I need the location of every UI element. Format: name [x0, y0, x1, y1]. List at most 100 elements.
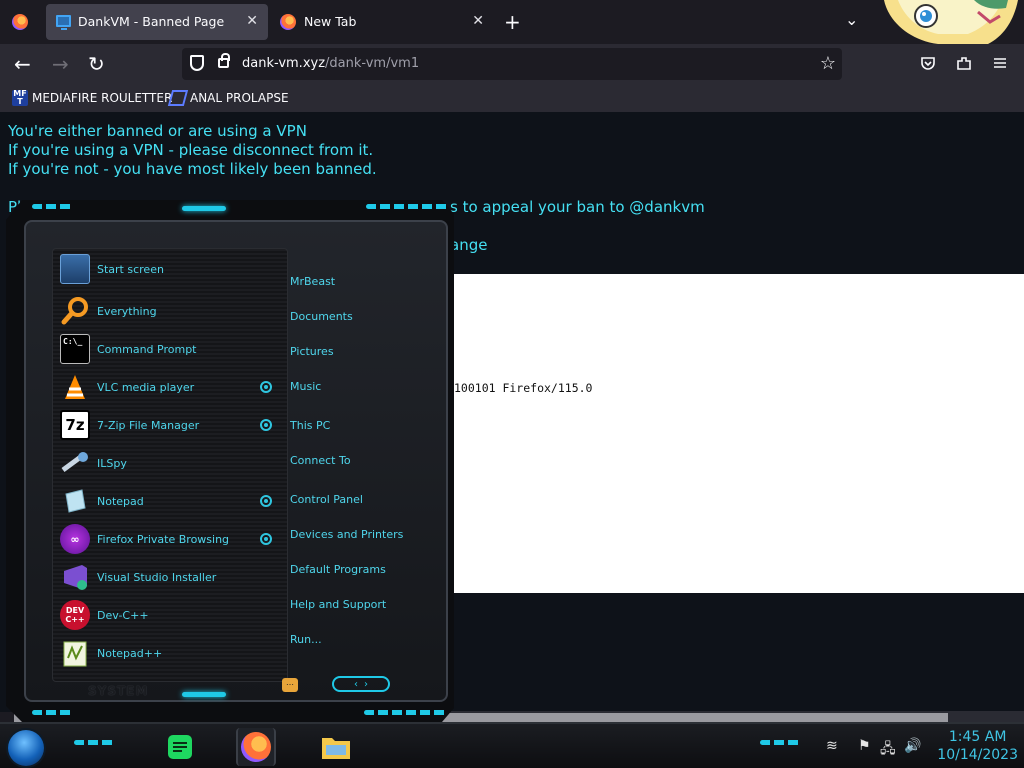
program-ilspy[interactable]: ILSpy — [60, 447, 127, 479]
lock-icon[interactable] — [218, 53, 230, 68]
network-icon[interactable]: 🖧 — [880, 738, 896, 762]
dev-cpp-icon: DEV C++ — [60, 600, 90, 630]
firefox-icon — [280, 14, 296, 30]
ilspy-icon — [60, 448, 90, 478]
jump-list-arrow-icon[interactable] — [260, 419, 272, 431]
program-command-prompt[interactable]: C:\_ Command Prompt — [60, 333, 197, 365]
place-music[interactable]: Music — [290, 380, 321, 393]
accent-bar — [74, 740, 114, 745]
taskbar-firefox[interactable] — [236, 728, 276, 766]
folder-icon — [322, 738, 350, 759]
volume-icon[interactable]: 🔊 — [904, 738, 921, 754]
bookmark-anal-prolapse[interactable]: ANAL PROLAPSE — [167, 90, 289, 106]
bookmark-label: ANAL PROLAPSE — [190, 91, 289, 105]
browser-tab-bar: DankVM - Banned Page ✕ New Tab ✕ + ⌄ — [0, 0, 1024, 44]
chat-bubble-icon[interactable]: … — [282, 678, 298, 692]
ban-message-line-3: If you're not - you have most likely bee… — [8, 160, 377, 178]
hamburger-menu-icon[interactable] — [992, 55, 1008, 71]
mediafire-icon: MF T — [12, 89, 28, 106]
accent-bar — [32, 204, 72, 209]
place-control-panel[interactable]: Control Panel — [290, 493, 363, 506]
command-prompt-icon: C:\_ — [60, 334, 90, 364]
bookmark-label: MEDIAFIRE ROULETTER — [32, 91, 173, 105]
start-orb-button[interactable] — [8, 730, 44, 766]
program-notepad[interactable]: Notepad — [60, 485, 144, 517]
start-menu: Start screen Everything C:\_ Command Pro… — [2, 200, 454, 722]
place-this-pc[interactable]: This PC — [290, 419, 330, 432]
ban-message-appeal: s to appeal your ban to @dankvm — [450, 198, 705, 216]
seven-zip-icon: 7z — [60, 410, 90, 440]
user-agent-text: 100101 Firefox/115.0 — [454, 381, 593, 395]
accent-bar — [366, 204, 450, 209]
bookmark-mediafire-rouletter[interactable]: MF T MEDIAFIRE ROULETTER — [12, 90, 172, 106]
ban-message-line-2: If you're using a VPN - please disconnec… — [8, 141, 374, 159]
program-notepad-plus-plus[interactable]: Notepad++ — [60, 637, 162, 669]
action-center-flag-icon[interactable]: ⚑ — [858, 738, 871, 754]
system-label: SYSTEM — [88, 684, 149, 698]
program-visual-studio-installer[interactable]: Visual Studio Installer — [60, 561, 216, 593]
pocket-icon[interactable] — [920, 55, 936, 71]
tab-title: New Tab — [304, 14, 357, 29]
tab-dankvm-banned-page[interactable]: DankVM - Banned Page ✕ — [46, 4, 268, 40]
taskbar-notes-app[interactable] — [160, 728, 200, 766]
tracking-protection-shield-icon[interactable] — [190, 55, 204, 71]
navigation-toolbar: ← → ↻ dank-vm.xyz/dank-vm/vm1 ☆ — [0, 44, 1024, 86]
sticky-notes-icon — [168, 735, 192, 759]
taskbar-clock[interactable]: 1:45 AM 10/14/2023 — [937, 728, 1018, 764]
extensions-icon[interactable] — [956, 55, 972, 71]
accent-bar — [182, 206, 226, 211]
search-magnifier-icon — [60, 296, 90, 326]
program-dev-cpp[interactable]: DEV C++ Dev-C++ — [60, 599, 149, 631]
place-devices-and-printers[interactable]: Devices and Printers — [290, 528, 403, 541]
back-button[interactable]: ← — [14, 53, 31, 75]
program-start-screen[interactable]: Start screen — [60, 253, 164, 285]
show-hidden-icons[interactable]: ≋ — [826, 738, 838, 754]
reload-button[interactable]: ↻ — [88, 53, 105, 75]
tab-new-tab[interactable]: New Tab ✕ — [272, 4, 494, 40]
program-7-zip-file-manager[interactable]: 7z 7-Zip File Manager — [60, 409, 199, 441]
monitor-icon — [56, 15, 71, 30]
place-mrbeast[interactable]: MrBeast — [290, 275, 335, 288]
start-screen-icon — [60, 254, 90, 284]
place-default-programs[interactable]: Default Programs — [290, 563, 386, 576]
firefox-menu-icon[interactable] — [12, 14, 28, 30]
chevron-right-icon: › — [364, 678, 368, 690]
close-tab-icon[interactable]: ✕ — [246, 13, 258, 29]
jump-list-arrow-icon[interactable] — [260, 533, 272, 545]
taskbar: ≋ ⚑ 🖧 🔊 1:45 AM 10/14/2023 — [0, 722, 1024, 768]
forward-button[interactable]: → — [52, 53, 69, 75]
program-firefox-private-browsing[interactable]: ∞ Firefox Private Browsing — [60, 523, 229, 555]
program-vlc-media-player[interactable]: VLC media player — [60, 371, 194, 403]
url-bar[interactable]: dank-vm.xyz/dank-vm/vm1 ☆ — [182, 48, 842, 80]
place-documents[interactable]: Documents — [290, 310, 353, 323]
bookmark-logo-icon — [167, 90, 189, 106]
url-text[interactable]: dank-vm.xyz/dank-vm/vm1 — [242, 56, 419, 71]
visual-studio-icon — [60, 562, 90, 592]
place-help-and-support[interactable]: Help and Support — [290, 598, 386, 611]
clock-time: 1:45 AM — [948, 729, 1007, 745]
list-all-tabs-button[interactable]: ⌄ — [845, 10, 858, 29]
accent-bar — [364, 710, 448, 715]
place-run[interactable]: Run... — [290, 633, 322, 646]
new-tab-button[interactable]: + — [504, 10, 521, 34]
bookmarks-toolbar: MF T MEDIAFIRE ROULETTER ANAL PROLAPSE — [0, 86, 1024, 112]
place-connect-to[interactable]: Connect To — [290, 454, 351, 467]
place-pictures[interactable]: Pictures — [290, 345, 334, 358]
bookmark-star-icon[interactable]: ☆ — [820, 53, 836, 74]
ban-message-line-5-fragment: ange — [450, 236, 488, 254]
close-tab-icon[interactable]: ✕ — [472, 13, 484, 29]
user-agent-panel: 100101 Firefox/115.0 — [454, 274, 1024, 593]
taskbar-file-explorer[interactable] — [316, 728, 356, 766]
shutdown-button[interactable]: ‹ › — [332, 676, 390, 692]
program-everything[interactable]: Everything — [60, 295, 157, 327]
vlc-cone-icon — [60, 372, 90, 402]
jump-list-arrow-icon[interactable] — [260, 381, 272, 393]
chevron-left-icon: ‹ — [354, 678, 358, 690]
tab-title: DankVM - Banned Page — [78, 14, 225, 29]
ban-message-line-1: You're either banned or are using a VPN — [8, 122, 307, 140]
accent-bar — [32, 710, 72, 715]
clock-date: 10/14/2023 — [937, 747, 1018, 763]
firefox-icon — [241, 732, 271, 762]
jump-list-arrow-icon[interactable] — [260, 495, 272, 507]
anime-character-overlay-image — [884, 0, 1018, 44]
